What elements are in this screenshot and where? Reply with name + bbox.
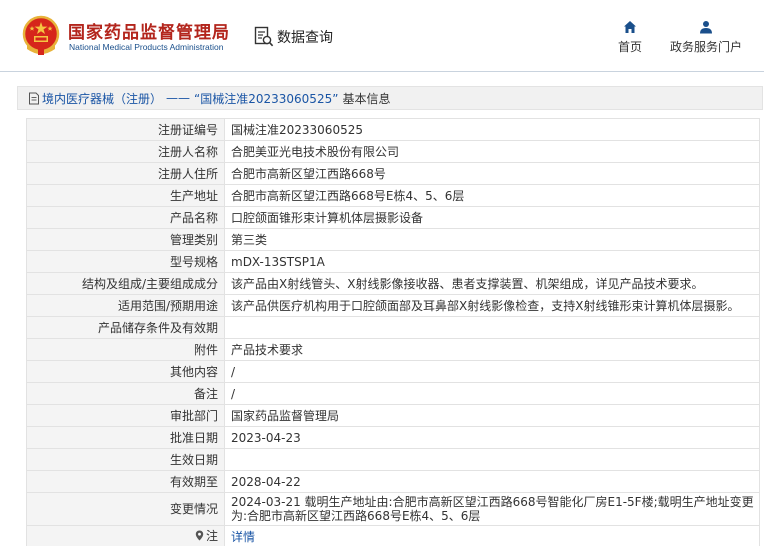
row-label: 备注 — [26, 382, 225, 405]
home-icon — [624, 21, 636, 33]
location-pin-icon — [195, 530, 204, 541]
data-query-link[interactable]: 数据查询 — [254, 24, 333, 50]
table-row: 适用范围/预期用途 该产品供医疗机构用于口腔颌面部及耳鼻部X射线影像检查，支持X射… — [26, 294, 760, 317]
breadcrumb: 境内医疗器械（注册） —— “国械注准20233060525” 基本信息 — [17, 86, 763, 110]
row-label: 适用范围/预期用途 — [26, 294, 225, 317]
nav-services-portal[interactable]: 政务服务门户 — [664, 20, 748, 60]
row-value: 国家药品监督管理局 — [224, 404, 760, 427]
row-value: 产品技术要求 — [224, 338, 760, 361]
row-value: 2024-03-21 载明生产地址由:合肥市高新区望江西路668号智能化厂房E1… — [224, 492, 760, 526]
table-row: 注册人名称 合肥美亚光电技术股份有限公司 — [26, 140, 760, 163]
table-row: 产品名称 口腔颌面锥形束计算机体层摄影设备 — [26, 206, 760, 229]
row-value: / — [224, 360, 760, 383]
row-value: mDX-13STSP1A — [224, 250, 760, 273]
document-icon — [29, 92, 39, 104]
row-value: 该产品供医疗机构用于口腔颌面部及耳鼻部X射线影像检查，支持X射线锥形束计算机体层… — [224, 294, 760, 317]
table-row: 产品储存条件及有效期 — [26, 316, 760, 339]
row-value: 合肥市高新区望江西路668号 — [224, 162, 760, 185]
site-header: 国家药品监督管理局 National Medical Products Admi… — [0, 0, 764, 72]
note-value-cell: 详情 — [224, 525, 760, 546]
nav-home[interactable]: 首页 — [611, 20, 649, 60]
row-label: 产品名称 — [26, 206, 225, 229]
registration-info-table: 注册证编号 国械注准20233060525 注册人名称 合肥美亚光电技术股份有限公司… — [26, 118, 760, 546]
table-row: 变更情况 2024-03-21 载明生产地址由:合肥市高新区望江西路668号智能化… — [26, 492, 760, 526]
table-row: 注册人住所 合肥市高新区望江西路668号 — [26, 162, 760, 185]
note-label-cell: 注 — [26, 525, 225, 546]
row-label: 其他内容 — [26, 360, 225, 383]
row-value: 2028-04-22 — [224, 470, 760, 493]
row-label: 批准日期 — [26, 426, 225, 449]
row-value: 该产品由X射线管头、X射线影像接收器、患者支撑装置、机架组成，详见产品技术要求。 — [224, 272, 760, 295]
search-document-icon — [254, 26, 274, 47]
row-value: 国械注准20233060525 — [224, 118, 760, 141]
national-emblem-icon — [22, 15, 60, 55]
table-row: 附件 产品技术要求 — [26, 338, 760, 361]
row-label: 生效日期 — [26, 448, 225, 471]
row-value — [224, 316, 760, 339]
row-label: 结构及组成/主要组成成分 — [26, 272, 225, 295]
nav-home-label: 首页 — [617, 40, 642, 54]
row-value: 合肥美亚光电技术股份有限公司 — [224, 140, 760, 163]
data-query-label: 数据查询 — [277, 30, 333, 46]
row-label: 产品储存条件及有效期 — [26, 316, 225, 339]
org-name-en: National Medical Products Administration — [69, 42, 224, 52]
row-value — [224, 448, 760, 471]
table-row: 注册证编号 国械注准20233060525 — [26, 118, 760, 141]
row-value: 合肥市高新区望江西路668号E栋4、5、6层 — [224, 184, 760, 207]
org-name-cn: 国家药品监督管理局 — [68, 23, 230, 43]
table-row: 管理类别 第三类 — [26, 228, 760, 251]
table-row: 有效期至 2028-04-22 — [26, 470, 760, 493]
row-value: 2023-04-23 — [224, 426, 760, 449]
breadcrumb-title: “国械注准20233060525” — [194, 91, 339, 106]
row-value: 第三类 — [224, 228, 760, 251]
table-row: 结构及组成/主要组成成分 该产品由X射线管头、X射线影像接收器、患者支撑装置、机架… — [26, 272, 760, 295]
table-row: 备注 / — [26, 382, 760, 405]
nav-services-label: 政务服务门户 — [669, 40, 742, 54]
row-label: 注册证编号 — [26, 118, 225, 141]
user-icon — [700, 21, 712, 34]
table-row: 批准日期 2023-04-23 — [26, 426, 760, 449]
row-label: 审批部门 — [26, 404, 225, 427]
row-value: / — [224, 382, 760, 405]
row-label: 附件 — [26, 338, 225, 361]
row-label: 型号规格 — [26, 250, 225, 273]
note-label: 注 — [205, 528, 218, 543]
breadcrumb-separator: —— — [166, 91, 191, 105]
table-row: 型号规格 mDX-13STSP1A — [26, 250, 760, 273]
breadcrumb-category-link[interactable]: 境内医疗器械（注册） — [42, 90, 162, 107]
row-value: 口腔颌面锥形束计算机体层摄影设备 — [224, 206, 760, 229]
table-row: 生产地址 合肥市高新区望江西路668号E栋4、5、6层 — [26, 184, 760, 207]
row-label: 管理类别 — [26, 228, 225, 251]
details-link[interactable]: 详情 — [231, 530, 255, 544]
table-row: 审批部门 国家药品监督管理局 — [26, 404, 760, 427]
row-label: 变更情况 — [26, 492, 225, 526]
table-row: 注 详情 — [26, 525, 760, 546]
row-label: 生产地址 — [26, 184, 225, 207]
breadcrumb-suffix: 基本信息 — [342, 91, 391, 106]
row-label: 注册人名称 — [26, 140, 225, 163]
row-label: 注册人住所 — [26, 162, 225, 185]
table-row: 其他内容 / — [26, 360, 760, 383]
row-label: 有效期至 — [26, 470, 225, 493]
table-row: 生效日期 — [26, 448, 760, 471]
